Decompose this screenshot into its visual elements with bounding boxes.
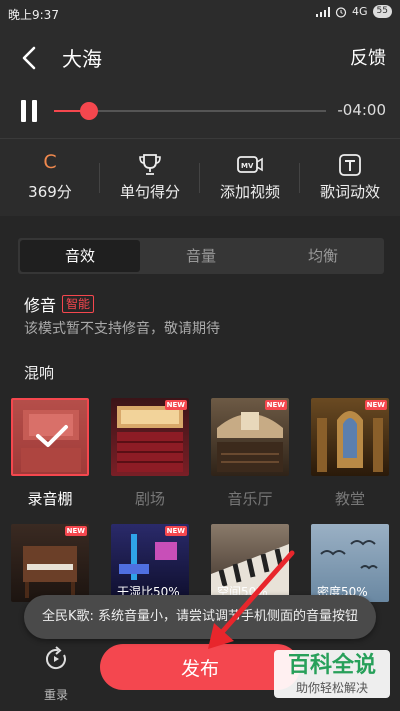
reverb-wet-dry[interactable]: NEW 干湿比50%	[111, 524, 189, 602]
reverb-concert-hall-label: 音乐厅	[227, 490, 273, 508]
rerecord-icon	[46, 646, 66, 669]
score-button[interactable]: C 369分	[0, 139, 100, 217]
check-icon	[36, 425, 68, 447]
status-time: 晚上9:37	[8, 8, 59, 22]
grade-label: C	[43, 151, 57, 173]
pause-icon[interactable]	[20, 100, 38, 122]
reverb-studio[interactable]	[11, 398, 89, 476]
watermark-title: 百科全说	[287, 653, 376, 678]
watermark-logo: 百科全说 助你轻松解决	[274, 650, 390, 698]
top-bar: 大海 反馈	[0, 28, 400, 88]
feedback-button[interactable]: 反馈	[350, 44, 386, 70]
pitch-repair-note: 该模式暂不支持修音，敬请期待	[24, 321, 220, 337]
reverb-church[interactable]: NEW	[311, 398, 389, 476]
action-row: C 369分 单句得分 MV 添加视频 歌词动效	[0, 138, 400, 216]
new-badge: NEW	[164, 400, 187, 410]
reverb-density[interactable]: 密度50%	[311, 524, 389, 602]
new-badge: NEW	[264, 400, 287, 410]
trophy-icon	[139, 154, 161, 175]
effect-tabs: 音效 音量 均衡	[18, 238, 384, 274]
mv-icon: MV	[237, 156, 263, 173]
progress-knob[interactable]	[80, 102, 98, 120]
watermark-subtitle: 助你轻松解决	[295, 681, 368, 695]
pointer-arrow-icon	[208, 550, 295, 649]
reverb-theater-label: 剧场	[134, 490, 165, 508]
reverb-theater[interactable]: NEW	[111, 398, 189, 476]
score-label: 369分	[28, 183, 72, 201]
player-bar: -04:00	[0, 88, 400, 138]
back-arrow-icon[interactable]	[16, 42, 44, 74]
reverb-church-label: 教堂	[334, 490, 365, 508]
signal-icon	[316, 6, 331, 17]
rerecord-label: 重录	[43, 688, 68, 702]
pitch-repair-heading: 修音 智能	[24, 292, 95, 316]
new-badge: NEW	[164, 526, 187, 536]
tab-sound-effect[interactable]: 音效	[20, 240, 140, 272]
reverb-concert-hall[interactable]: NEW	[211, 398, 289, 476]
song-title: 大海	[62, 47, 102, 71]
new-badge: NEW	[64, 526, 87, 536]
tab-equalizer[interactable]: 均衡	[262, 240, 384, 272]
sentence-score-button[interactable]: 单句得分	[100, 139, 200, 217]
smart-badge: 智能	[62, 295, 95, 313]
status-bar: 晚上9:37 4G 55	[0, 0, 400, 28]
reverb-studio-label: 录音棚	[27, 490, 73, 508]
status-icons: 4G 55	[316, 5, 392, 18]
lyric-effect-button[interactable]: 歌词动效	[300, 139, 400, 217]
lyric-effect-label: 歌词动效	[319, 183, 380, 201]
text-effect-icon	[339, 154, 361, 176]
network-label: 4G	[352, 5, 368, 18]
add-video-label: 添加视频	[219, 183, 280, 201]
tab-volume[interactable]: 音量	[140, 240, 262, 272]
duration-label: -04:00	[337, 101, 386, 119]
alarm-icon	[335, 6, 347, 18]
new-badge: NEW	[364, 400, 387, 410]
pitch-repair-label: 修音	[24, 296, 57, 315]
rerecord-button[interactable]: 重录	[34, 646, 78, 703]
reverb-piano[interactable]: NEW	[11, 524, 89, 602]
add-video-button[interactable]: MV 添加视频	[200, 139, 300, 217]
battery-icon: 55	[372, 5, 392, 18]
reverb-heading: 混响	[24, 364, 55, 382]
svg-text:MV: MV	[241, 162, 254, 170]
sentence-score-label: 单句得分	[119, 183, 180, 201]
